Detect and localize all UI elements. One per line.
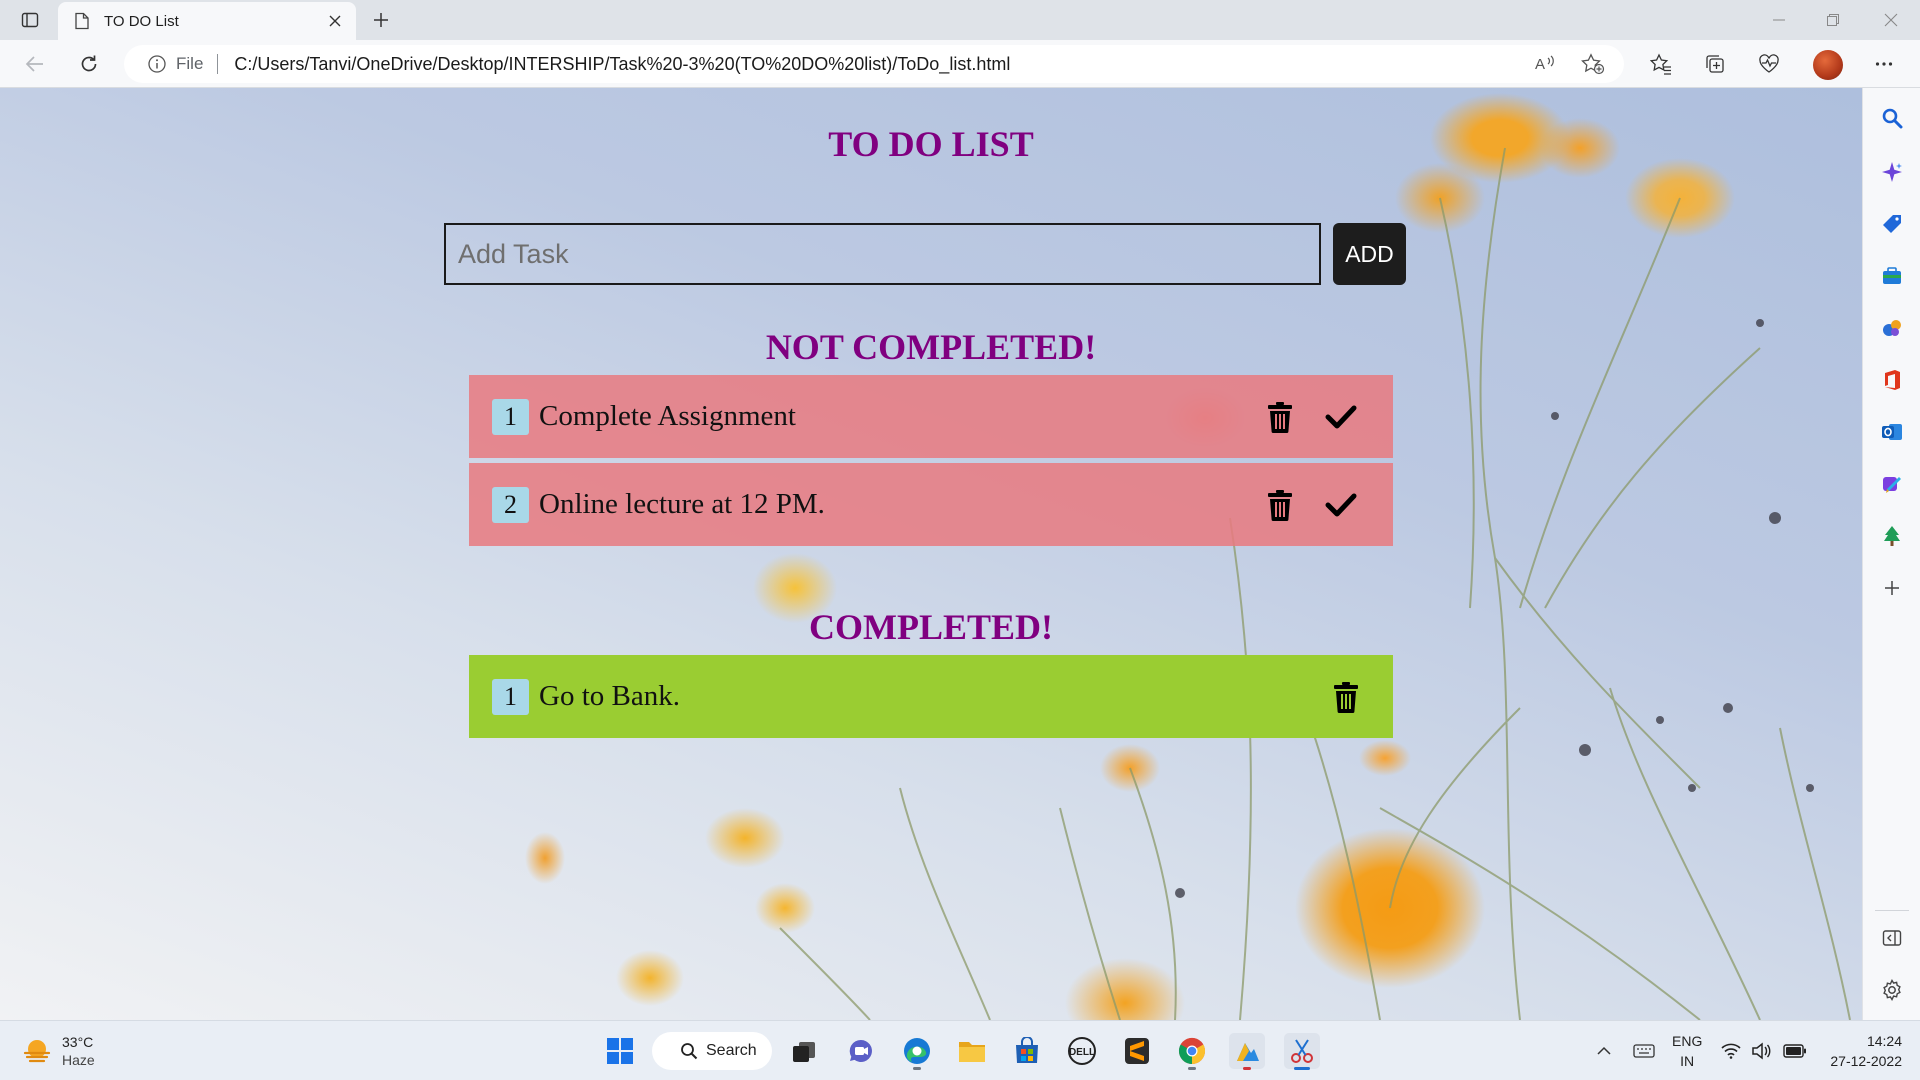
copilot-sparkle-icon[interactable]: [1878, 158, 1906, 186]
pending-task-item: 1 Complete Assignment: [469, 375, 1393, 458]
address-separator: [217, 54, 219, 74]
add-sidebar-app-icon[interactable]: [1878, 574, 1906, 602]
photos-app-icon[interactable]: [1229, 1033, 1265, 1070]
taskbar-search[interactable]: Search: [652, 1032, 772, 1070]
haze-sun-icon: [22, 1036, 52, 1066]
region-code: IN: [1680, 1053, 1695, 1069]
running-indicator: [1188, 1067, 1196, 1070]
add-favorite-icon[interactable]: [1580, 51, 1606, 77]
tab-strip: TO DO List: [0, 0, 1920, 40]
page-icon: [72, 11, 92, 31]
keyboard-icon[interactable]: [1626, 1033, 1662, 1069]
page-title: TO DO LIST: [828, 124, 1034, 164]
edge-sidebar: [1862, 88, 1920, 1020]
new-tab-icon[interactable]: [368, 8, 394, 32]
tree-icon[interactable]: [1878, 522, 1906, 550]
snipping-tool-icon[interactable]: [1284, 1033, 1320, 1070]
info-icon[interactable]: [146, 53, 168, 75]
running-indicator: [1243, 1067, 1251, 1070]
dell-icon[interactable]: DELL: [1064, 1033, 1100, 1069]
collections-icon[interactable]: [1698, 48, 1732, 80]
search-icon: [680, 1042, 698, 1060]
task-text: Complete Assignment: [539, 400, 796, 432]
more-options-icon[interactable]: [1867, 48, 1901, 80]
add-task-button[interactable]: ADD: [1333, 223, 1406, 285]
tab-actions-icon[interactable]: [16, 8, 44, 32]
refresh-icon[interactable]: [72, 48, 106, 80]
delete-trash-icon[interactable]: [1330, 681, 1362, 713]
delete-trash-icon[interactable]: [1264, 489, 1296, 521]
hide-sidebar-icon[interactable]: [1878, 924, 1906, 952]
page-viewport: TO DO LIST ADD NOT COMPLETED! 1 Complete…: [0, 88, 1862, 1020]
complete-check-icon[interactable]: [1325, 489, 1357, 521]
search-label: Search: [706, 1042, 757, 1059]
complete-check-icon[interactable]: [1325, 401, 1357, 433]
browser-tab[interactable]: TO DO List: [58, 2, 356, 40]
running-indicator: [913, 1067, 921, 1070]
designer-icon[interactable]: [1878, 470, 1906, 498]
restore-icon[interactable]: [1806, 0, 1860, 40]
task-text: Go to Bank.: [539, 680, 680, 712]
windows-start-icon[interactable]: [602, 1033, 638, 1069]
windows-taskbar: 33°C Haze Search DELL ENG IN 14:24 27-12…: [0, 1020, 1920, 1080]
chrome-icon[interactable]: [1174, 1033, 1210, 1070]
task-number: 1: [492, 398, 529, 435]
clock-time: 14:24: [1866, 1033, 1902, 1049]
browser-essentials-icon[interactable]: [1752, 48, 1786, 80]
browser-toolbar: File C:/Users/Tanvi/OneDrive/Desktop/INT…: [0, 40, 1920, 88]
battery-icon[interactable]: [1780, 1033, 1810, 1069]
tools-briefcase-icon[interactable]: [1878, 262, 1906, 290]
search-icon[interactable]: [1878, 104, 1906, 132]
svg-text:DELL: DELL: [1069, 1047, 1095, 1058]
weather-temperature: 33°C: [62, 1034, 94, 1050]
address-url[interactable]: C:/Users/Tanvi/OneDrive/Desktop/INTERSHI…: [234, 54, 1010, 75]
shopping-tag-icon[interactable]: [1878, 210, 1906, 238]
delete-trash-icon[interactable]: [1264, 401, 1296, 433]
weather-condition: Haze: [62, 1052, 95, 1068]
weather-widget[interactable]: 33°C Haze: [22, 1033, 95, 1069]
favorites-icon[interactable]: [1644, 48, 1678, 80]
task-number: 2: [492, 486, 529, 523]
office-icon[interactable]: [1878, 366, 1906, 394]
file-explorer-icon[interactable]: [954, 1033, 990, 1069]
task-text: Online lecture at 12 PM.: [539, 488, 825, 520]
running-indicator: [1294, 1067, 1310, 1070]
svg-text:A: A: [1535, 56, 1545, 73]
close-tab-icon[interactable]: [324, 10, 346, 32]
completed-heading: COMPLETED!: [808, 607, 1053, 647]
teams-chat-icon[interactable]: [843, 1033, 879, 1069]
task-view-icon[interactable]: [786, 1033, 822, 1069]
language-code: ENG: [1672, 1033, 1703, 1049]
microsoft-store-icon[interactable]: [1009, 1033, 1045, 1069]
chevron-up-icon[interactable]: [1590, 1033, 1618, 1069]
volume-icon[interactable]: [1748, 1033, 1774, 1069]
close-window-icon[interactable]: [1864, 0, 1918, 40]
task-number: 1: [492, 678, 529, 715]
read-aloud-icon[interactable]: A: [1532, 51, 1558, 77]
back-arrow-icon[interactable]: [18, 48, 52, 80]
games-icon[interactable]: [1878, 314, 1906, 342]
address-scheme: File: [176, 54, 204, 73]
not-completed-heading: NOT COMPLETED!: [765, 327, 1097, 367]
edge-browser-icon[interactable]: [899, 1033, 935, 1070]
pending-task-item: 2 Online lecture at 12 PM.: [469, 463, 1393, 546]
clock-date: 27-12-2022: [1830, 1053, 1902, 1069]
minimize-icon[interactable]: [1752, 0, 1806, 40]
system-tray: [1590, 1029, 1662, 1073]
profile-avatar[interactable]: [1813, 50, 1843, 80]
add-task-input[interactable]: [444, 223, 1321, 285]
outlook-icon[interactable]: [1878, 418, 1906, 446]
address-bar[interactable]: File C:/Users/Tanvi/OneDrive/Desktop/INT…: [124, 45, 1624, 83]
input-language[interactable]: ENG IN: [1672, 1031, 1702, 1071]
tab-title: TO DO List: [104, 12, 179, 30]
sublime-text-icon[interactable]: [1119, 1033, 1155, 1069]
wifi-icon[interactable]: [1718, 1033, 1744, 1069]
todo-app: TO DO LIST ADD NOT COMPLETED! 1 Complete…: [0, 88, 1862, 1020]
completed-task-item: 1 Go to Bank.: [469, 655, 1393, 738]
settings-gear-icon[interactable]: [1878, 976, 1906, 1004]
clock[interactable]: 14:24 27-12-2022: [1818, 1031, 1902, 1071]
sidebar-divider: [1875, 910, 1909, 911]
